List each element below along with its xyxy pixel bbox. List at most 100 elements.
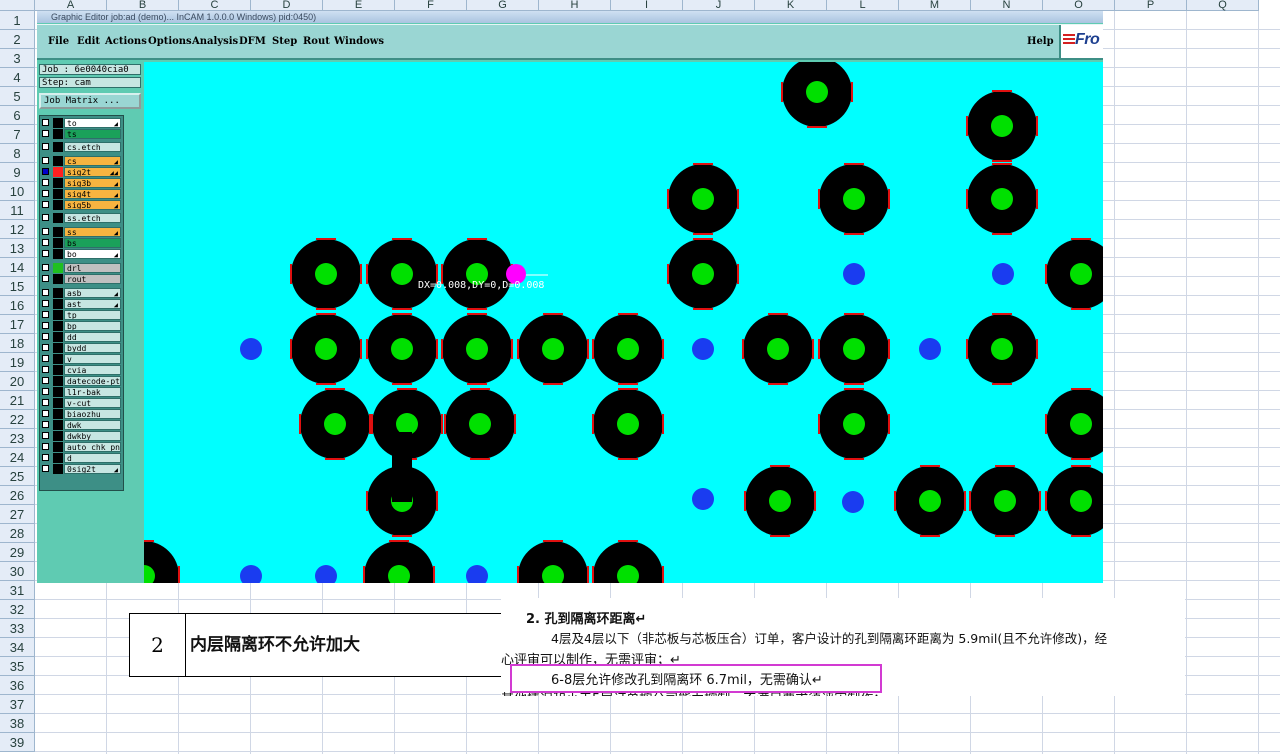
row-header-19[interactable]: 19 bbox=[0, 353, 35, 372]
layer-name[interactable]: sig2t ◢◢ bbox=[64, 167, 121, 177]
row-header-16[interactable]: 16 bbox=[0, 296, 35, 315]
column-header-d[interactable]: D bbox=[251, 0, 323, 11]
layer-menu-icon[interactable]: ◢ bbox=[114, 250, 118, 258]
column-header-f[interactable]: F bbox=[395, 0, 467, 11]
layer-color-swatch[interactable] bbox=[53, 156, 63, 166]
column-header-e[interactable]: E bbox=[323, 0, 395, 11]
select-all-corner[interactable] bbox=[0, 0, 35, 11]
layer-checkbox[interactable] bbox=[42, 300, 49, 307]
column-header-b[interactable]: B bbox=[107, 0, 179, 11]
layer-color-swatch[interactable] bbox=[53, 332, 63, 342]
via[interactable] bbox=[992, 263, 1014, 285]
pad-core[interactable] bbox=[991, 115, 1013, 137]
row-header-22[interactable]: 22 bbox=[0, 410, 35, 429]
layer-checkbox[interactable] bbox=[42, 157, 49, 164]
layer-row-d[interactable]: d bbox=[41, 453, 123, 463]
layer-name[interactable]: dd bbox=[64, 332, 121, 342]
row-header-12[interactable]: 12 bbox=[0, 220, 35, 239]
row-header-34[interactable]: 34 bbox=[0, 638, 35, 657]
layer-row-asb[interactable]: asb ◢ bbox=[41, 288, 123, 298]
layer-checkbox[interactable] bbox=[42, 239, 49, 246]
row-header-4[interactable]: 4 bbox=[0, 68, 35, 87]
layer-color-swatch[interactable] bbox=[53, 453, 63, 463]
row-header-28[interactable]: 28 bbox=[0, 524, 35, 543]
menu-windows[interactable]: Windows bbox=[334, 36, 384, 47]
row-header-3[interactable]: 3 bbox=[0, 49, 35, 68]
layer-color-swatch[interactable] bbox=[53, 227, 63, 237]
layer-name[interactable]: 0sig2t ◢ bbox=[64, 464, 121, 474]
row-header-36[interactable]: 36 bbox=[0, 676, 35, 695]
layer-checkbox[interactable] bbox=[42, 190, 49, 197]
layer-checkbox[interactable] bbox=[42, 264, 49, 271]
column-header-i[interactable]: I bbox=[611, 0, 683, 11]
menu-edit[interactable]: Edit bbox=[77, 36, 100, 47]
row-header-1[interactable]: 1 bbox=[0, 11, 35, 30]
layer-row-dwk[interactable]: dwk bbox=[41, 420, 123, 430]
layer-name[interactable]: v bbox=[64, 354, 121, 364]
via[interactable] bbox=[843, 263, 865, 285]
pad-core[interactable] bbox=[315, 338, 337, 360]
layer-name[interactable]: dwkby bbox=[64, 431, 121, 441]
row-header-7[interactable]: 7 bbox=[0, 125, 35, 144]
row-header-38[interactable]: 38 bbox=[0, 714, 35, 733]
layer-row-0sig2t[interactable]: 0sig2t ◢ bbox=[41, 464, 123, 474]
layer-row-l1r-bak[interactable]: l1r-bak bbox=[41, 387, 123, 397]
layer-row-sig3b[interactable]: sig3b ◢ bbox=[41, 178, 123, 188]
pad-core[interactable] bbox=[1070, 413, 1092, 435]
pad-core[interactable] bbox=[466, 338, 488, 360]
row-header-24[interactable]: 24 bbox=[0, 448, 35, 467]
via[interactable] bbox=[240, 338, 262, 360]
layer-checkbox[interactable] bbox=[42, 454, 49, 461]
row-header-25[interactable]: 25 bbox=[0, 467, 35, 486]
layer-name[interactable]: cs ◢ bbox=[64, 156, 121, 166]
column-header-m[interactable]: M bbox=[899, 0, 971, 11]
row-header-8[interactable]: 8 bbox=[0, 144, 35, 163]
layer-row-ast[interactable]: ast ◢ bbox=[41, 299, 123, 309]
layer-name[interactable]: cs.etch bbox=[64, 142, 121, 152]
row-header-10[interactable]: 10 bbox=[0, 182, 35, 201]
row-header-6[interactable]: 6 bbox=[0, 106, 35, 125]
row-header-31[interactable]: 31 bbox=[0, 581, 35, 600]
layer-checkbox[interactable] bbox=[42, 250, 49, 257]
row-header-30[interactable]: 30 bbox=[0, 562, 35, 581]
row-header-9[interactable]: 9 bbox=[0, 163, 35, 182]
layer-name[interactable]: bs bbox=[64, 238, 121, 248]
row-header-18[interactable]: 18 bbox=[0, 334, 35, 353]
row-header-33[interactable]: 33 bbox=[0, 619, 35, 638]
layer-checkbox[interactable] bbox=[42, 344, 49, 351]
via[interactable] bbox=[919, 338, 941, 360]
via[interactable] bbox=[315, 565, 337, 583]
layer-checkbox[interactable] bbox=[42, 410, 49, 417]
layer-checkbox[interactable] bbox=[42, 311, 49, 318]
layer-color-swatch[interactable] bbox=[53, 274, 63, 284]
column-header-q[interactable]: Q bbox=[1187, 0, 1259, 11]
row-header-11[interactable]: 11 bbox=[0, 201, 35, 220]
pad-core[interactable] bbox=[391, 338, 413, 360]
pad-core[interactable] bbox=[469, 413, 491, 435]
layer-color-swatch[interactable] bbox=[53, 431, 63, 441]
pad-core[interactable] bbox=[1070, 490, 1092, 512]
layer-name[interactable]: ast ◢ bbox=[64, 299, 121, 309]
layer-color-swatch[interactable] bbox=[53, 249, 63, 259]
via[interactable] bbox=[842, 491, 864, 513]
layer-color-swatch[interactable] bbox=[53, 299, 63, 309]
layer-color-swatch[interactable] bbox=[53, 343, 63, 353]
row-header-37[interactable]: 37 bbox=[0, 695, 35, 714]
layer-menu-icon[interactable]: ◢ bbox=[114, 201, 118, 209]
layer-color-swatch[interactable] bbox=[53, 200, 63, 210]
layer-menu-icon[interactable]: ◢ bbox=[114, 157, 118, 165]
column-header-l[interactable]: L bbox=[827, 0, 899, 11]
layer-checkbox[interactable] bbox=[42, 377, 49, 384]
layer-row-ss[interactable]: ss ◢ bbox=[41, 227, 123, 237]
layer-row-ts[interactable]: ts bbox=[41, 129, 123, 139]
layer-checkbox[interactable] bbox=[42, 201, 49, 208]
layer-color-swatch[interactable] bbox=[53, 213, 63, 223]
layer-checkbox[interactable] bbox=[42, 179, 49, 186]
layer-checkbox[interactable] bbox=[42, 322, 49, 329]
layer-checkbox[interactable] bbox=[42, 228, 49, 235]
layer-row-bp[interactable]: bp bbox=[41, 321, 123, 331]
layer-checkbox[interactable] bbox=[42, 355, 49, 362]
job-matrix-button[interactable]: Job Matrix ... bbox=[39, 93, 141, 109]
layer-color-swatch[interactable] bbox=[53, 142, 63, 152]
layer-color-swatch[interactable] bbox=[53, 398, 63, 408]
